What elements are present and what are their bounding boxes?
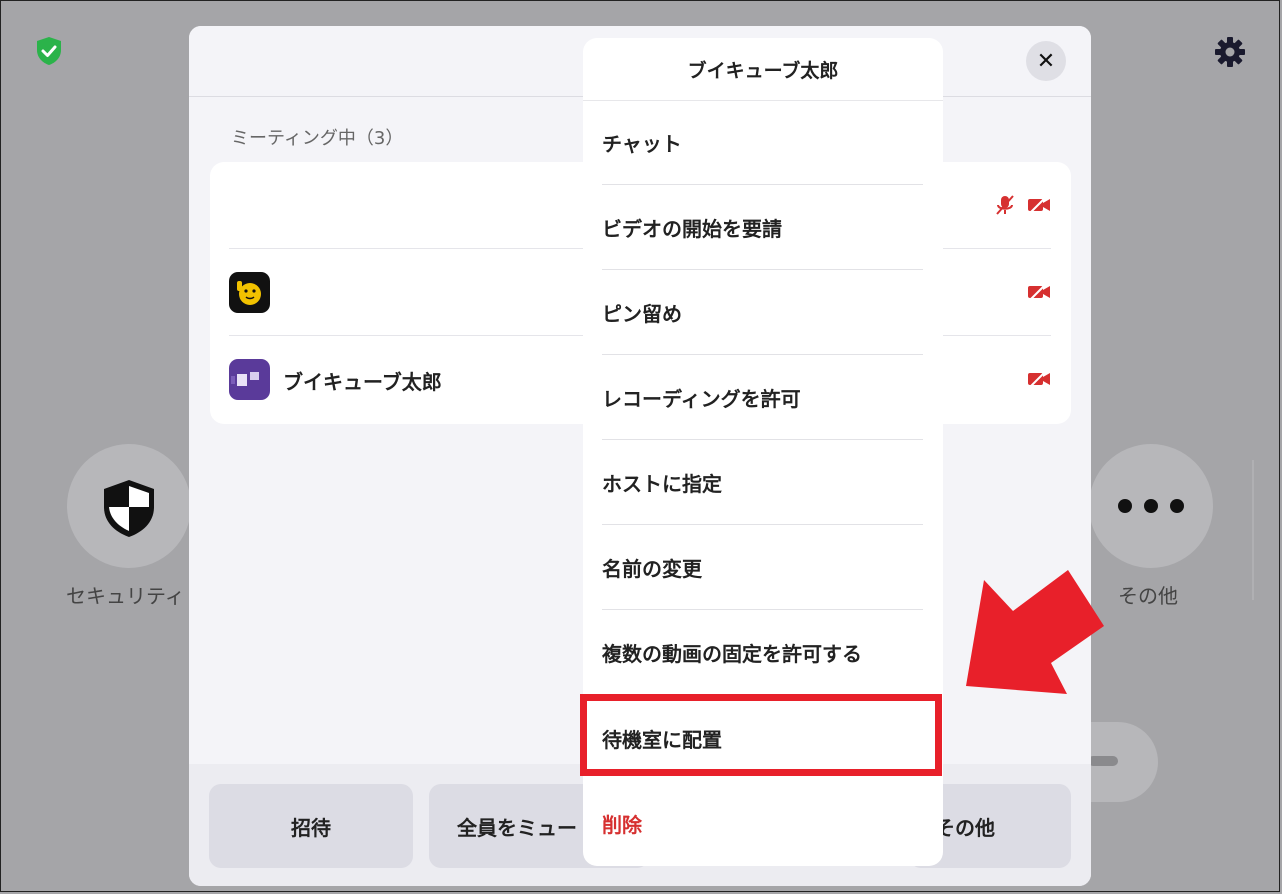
close-icon: ✕ <box>1036 48 1056 74</box>
menu-item-rename[interactable]: 名前の変更 <box>602 525 923 610</box>
video-off-icon <box>1028 282 1050 302</box>
invite-button[interactable]: 招待 <box>209 784 413 868</box>
close-button[interactable]: ✕ <box>1026 41 1066 81</box>
pill-bar <box>1088 756 1118 766</box>
menu-item-allow-recording[interactable]: レコーディングを許可 <box>602 355 923 440</box>
security-shield-icon <box>104 480 154 537</box>
menu-title: ブイキューブ太郎 <box>583 38 943 101</box>
menu-item-chat[interactable]: チャット <box>602 100 923 185</box>
video-off-icon <box>1028 369 1050 389</box>
pointer-arrow-icon <box>966 570 1104 694</box>
security-button[interactable] <box>67 444 191 568</box>
avatar <box>229 272 270 313</box>
menu-item-allow-multipin[interactable]: 複数の動画の固定を許可する <box>602 610 923 695</box>
avatar <box>229 359 270 400</box>
security-label: セキュリティ <box>66 584 185 608</box>
menu-item-pin[interactable]: ピン留め <box>602 270 923 355</box>
participant-name: ブイキューブ太郎 <box>283 370 442 394</box>
video-off-icon <box>1028 195 1050 215</box>
highlight-box <box>580 694 942 776</box>
menu-item-request-video[interactable]: ビデオの開始を要請 <box>602 185 923 270</box>
more-button[interactable] <box>1089 444 1213 568</box>
settings-gear-icon[interactable] <box>1214 36 1246 68</box>
side-divider <box>1252 460 1254 600</box>
menu-item-make-host[interactable]: ホストに指定 <box>602 440 923 525</box>
security-shield-icon <box>37 37 61 65</box>
more-label: その他 <box>1118 584 1178 608</box>
menu-item-remove[interactable]: 削除 <box>602 781 923 866</box>
mic-muted-icon <box>996 195 1014 215</box>
section-title: ミーティング中（3） <box>231 128 404 149</box>
more-dots-icon <box>1118 499 1184 513</box>
